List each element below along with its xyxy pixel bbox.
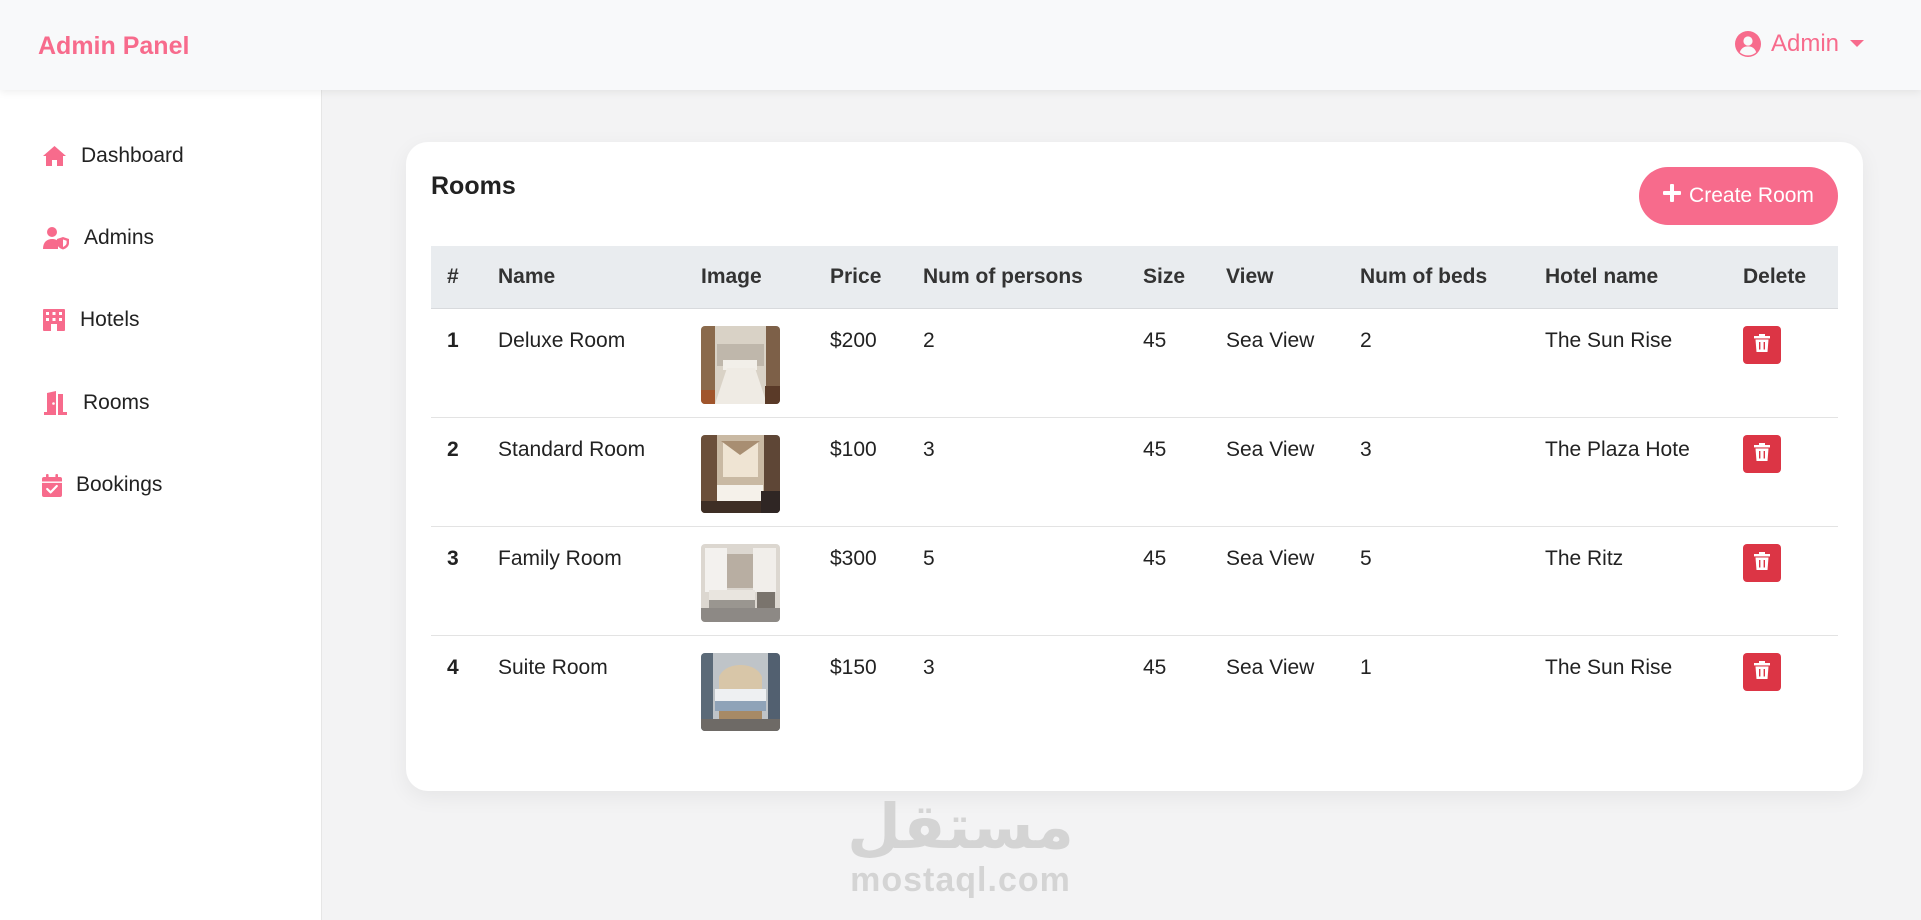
room-price: $150 (830, 655, 877, 679)
room-view: Sea View (1226, 328, 1315, 352)
calendar-check-icon (42, 473, 62, 497)
room-persons: 3 (923, 655, 935, 679)
column-header-view: View (1210, 246, 1344, 309)
room-name: Suite Room (498, 655, 608, 679)
column-header-hotel: Hotel name (1529, 246, 1727, 309)
watermark-arabic: مستقل (847, 790, 1074, 863)
delete-button[interactable] (1743, 325, 1781, 364)
table-row: 2 Standard Room $100 3 45 Sea View 3 The… (431, 417, 1838, 526)
room-price: $100 (830, 437, 877, 461)
sidebar-item-rooms[interactable]: Rooms (42, 391, 150, 415)
room-price: $200 (830, 328, 877, 352)
table-row: 4 Suite Room $150 3 45 Sea View 1 The Su… (431, 635, 1838, 744)
room-view: Sea View (1226, 546, 1315, 570)
user-name: Admin (1770, 30, 1839, 57)
delete-button[interactable] (1743, 652, 1781, 691)
room-persons: 2 (923, 328, 935, 352)
room-beds: 5 (1360, 546, 1372, 570)
column-header-size: Size (1127, 246, 1210, 309)
sidebar-item-label: Admins (84, 226, 155, 249)
user-menu-dropdown[interactable]: Admin (1734, 30, 1865, 58)
room-price: $300 (830, 546, 877, 570)
trash-icon (1754, 334, 1770, 355)
room-id: 2 (447, 437, 459, 461)
room-hotel: The Ritz (1545, 546, 1624, 570)
column-header-persons: Num of persons (907, 246, 1127, 309)
column-header-number: # (431, 246, 482, 309)
create-room-label: Create Room (1689, 184, 1814, 207)
room-persons: 3 (923, 437, 935, 461)
room-id: 3 (447, 546, 459, 570)
sidebar-item-label: Rooms (83, 391, 150, 414)
room-hotel: The Sun Rise (1545, 328, 1673, 352)
room-size: 45 (1143, 655, 1167, 679)
room-size: 45 (1143, 437, 1167, 461)
room-view: Sea View (1226, 437, 1315, 461)
room-id: 1 (447, 328, 459, 352)
delete-button[interactable] (1743, 543, 1781, 582)
room-image (701, 543, 780, 622)
plus-icon (1663, 184, 1682, 208)
room-view: Sea View (1226, 655, 1315, 679)
trash-icon (1754, 661, 1770, 682)
sidebar-item-label: Hotels (80, 308, 140, 331)
room-size: 45 (1143, 546, 1167, 570)
column-header-price: Price (814, 246, 907, 309)
rooms-table: # Name Image Price Num of persons Size V… (431, 246, 1838, 744)
room-beds: 3 (1360, 437, 1372, 461)
room-hotel: The Sun Rise (1545, 655, 1673, 679)
room-persons: 5 (923, 546, 935, 570)
room-size: 45 (1143, 328, 1167, 352)
create-room-button[interactable]: Create Room (1639, 167, 1838, 225)
top-navbar: Admin Panel Admin (0, 0, 1921, 90)
room-image (701, 652, 780, 731)
column-header-name: Name (482, 246, 685, 309)
watermark-latin: mostaql.com (850, 861, 1071, 899)
sidebar-item-hotels[interactable]: Hotels (42, 308, 140, 332)
rooms-card: Rooms Create Room # Name Image Price Num… (406, 142, 1863, 791)
brand-title[interactable]: Admin Panel (38, 32, 189, 61)
room-image (701, 325, 780, 404)
caret-down-icon (1849, 39, 1865, 49)
table-row: 1 Deluxe Room $200 2 45 Sea View 2 The S… (431, 308, 1838, 417)
home-icon (42, 145, 67, 167)
sidebar-item-bookings[interactable]: Bookings (42, 473, 162, 497)
sidebar-item-admins[interactable]: Admins (42, 226, 154, 250)
user-circle-icon (1734, 31, 1761, 57)
room-beds: 1 (1360, 655, 1372, 679)
table-header-row: # Name Image Price Num of persons Size V… (431, 246, 1838, 309)
watermark: مستقل mostaql.com (843, 790, 1078, 899)
room-image (701, 434, 780, 513)
column-header-delete: Delete (1727, 246, 1838, 309)
door-open-icon (42, 391, 69, 415)
trash-icon (1754, 443, 1770, 464)
hotel-icon (42, 308, 66, 332)
sidebar-item-dashboard[interactable]: Dashboard (42, 144, 184, 168)
room-name: Deluxe Room (498, 328, 626, 352)
room-name: Standard Room (498, 437, 646, 461)
room-beds: 2 (1360, 328, 1372, 352)
sidebar-item-label: Dashboard (81, 144, 184, 167)
sidebar-item-label: Bookings (76, 473, 163, 496)
room-hotel: The Plaza Hote (1545, 437, 1690, 461)
delete-button[interactable] (1743, 434, 1781, 473)
column-header-image: Image (685, 246, 814, 309)
user-shield-icon (42, 226, 70, 250)
page-title: Rooms (431, 172, 516, 200)
table-row: 3 Family Room $300 5 45 Sea View 5 The R… (431, 526, 1838, 635)
trash-icon (1754, 552, 1770, 573)
room-id: 4 (447, 655, 459, 679)
room-name: Family Room (498, 546, 622, 570)
sidebar: Dashboard Admins Hotels Rooms Bookings (0, 90, 322, 920)
column-header-beds: Num of beds (1344, 246, 1529, 309)
